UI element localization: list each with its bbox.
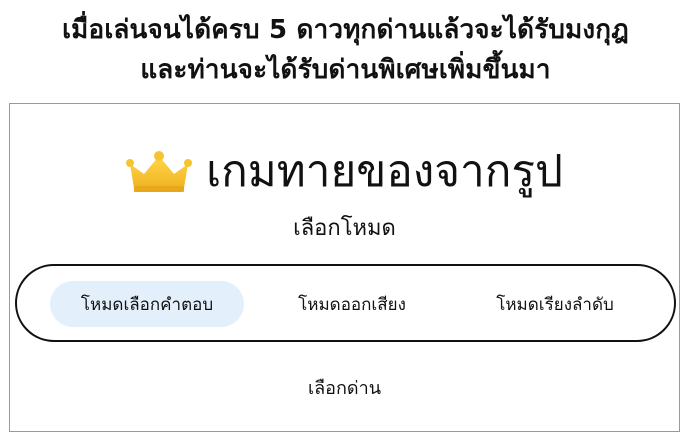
caption-line-2: และท่านจะได้รับด่านพิเศษเพิ่มขึ้นมา bbox=[140, 55, 551, 85]
select-level-button[interactable]: เลือกด่าน bbox=[10, 376, 679, 402]
crown-icon bbox=[126, 151, 193, 192]
caption-line-1: เมื่อเล่นจนได้ครบ 5 ดาวทุกด่านแล้วจะได้ร… bbox=[62, 15, 629, 45]
mode-selector: โหมดเลือกคำตอบ โหมดออกเสียง โหมดเรียงลำด… bbox=[15, 264, 676, 342]
mode-choice-button[interactable]: โหมดเลือกคำตอบ bbox=[50, 281, 244, 327]
app-title: เกมทายของจากรูป bbox=[206, 146, 563, 197]
mode-order-button[interactable]: โหมดเรียงลำดับ bbox=[465, 281, 645, 327]
game-screen: เกมทายของจากรูป เลือกโหมด โหมดเลือกคำตอบ… bbox=[9, 103, 680, 432]
mode-pronounce-button[interactable]: โหมดออกเสียง bbox=[272, 281, 432, 327]
title-row: เกมทายของจากรูป bbox=[10, 142, 679, 202]
mode-label: เลือกโหมด bbox=[293, 216, 396, 241]
